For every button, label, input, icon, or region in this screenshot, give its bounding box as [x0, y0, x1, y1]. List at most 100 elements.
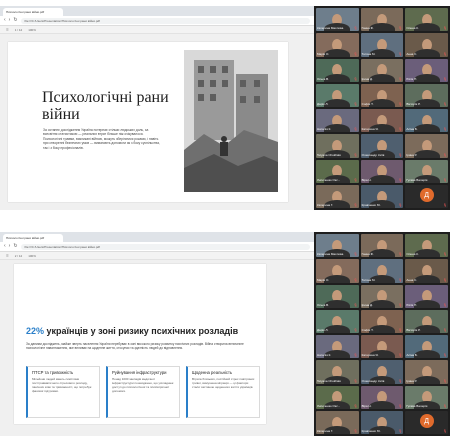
browser-tab[interactable]: Психологічні рани війни.pdf: [3, 8, 63, 16]
participant-tile[interactable]: Наталія К. 🎙: [316, 335, 359, 359]
forward-icon[interactable]: ›: [9, 244, 11, 249]
participant-tile[interactable]: Tetyana Chukhalo 🎙: [316, 360, 359, 384]
participant-tile[interactable]: Вікторія Р. 🎙: [405, 83, 448, 107]
participant-name: Тетяна М.: [361, 51, 376, 56]
card-body: Понад 1000 закладів медичної інфраструкт…: [112, 377, 174, 393]
participant-tile[interactable]: Олександр Іллів 🎙: [360, 360, 404, 384]
participant-name: Анна С.: [406, 51, 418, 56]
participant-name: Юлія П.: [406, 76, 418, 81]
participant-tile[interactable]: Софія Т. 🎙: [360, 83, 404, 107]
slide-title-rest: українців у зоні ризику психічних розлад…: [44, 326, 239, 336]
participant-tile[interactable]: Ірина Р. 🎙: [405, 134, 448, 158]
participant-video-body: [413, 274, 440, 283]
participant-name: Ірина Р.: [406, 378, 417, 383]
participant-name: Аліна Б.: [406, 353, 418, 358]
participant-tile[interactable]: Софія Т. 🎙: [360, 309, 404, 333]
participant-tile[interactable]: Олена К. 🎙: [405, 234, 448, 258]
participant-tile[interactable]: Наталія К. 🎙: [316, 109, 359, 133]
participant-tile[interactable]: Ольга В. 🎙: [316, 284, 359, 308]
pdf-toolbar: ☰ 1 / 12 100%: [0, 26, 314, 34]
participant-tile[interactable]: Віра Н. 🎙: [360, 159, 404, 183]
participant-tile[interactable]: Марія О. 🎙: [316, 259, 359, 283]
participant-name: Катерина Г.: [317, 429, 333, 433]
participant-tile[interactable]: Ганна Ф. 🎙: [360, 234, 404, 258]
mic-muted-icon: 🎙: [443, 127, 447, 132]
card-body: Мільйони людей мають симптоми посттравма…: [32, 377, 92, 393]
participant-name: Марія О.: [317, 51, 330, 56]
reload-icon[interactable]: ↻: [13, 18, 17, 23]
participant-name: Олена К.: [406, 26, 419, 31]
participant-tile[interactable]: Катерина Я. 🎙: [360, 109, 404, 133]
participant-tile[interactable]: Катерина Г. 🎙: [316, 184, 359, 208]
participant-tile[interactable]: Анна С. 🎙: [405, 259, 448, 283]
card-title: Щоденна реальність: [192, 370, 233, 375]
participant-tile[interactable]: Лисиченко Окс... 🎙: [316, 159, 359, 183]
participant-tile[interactable]: Ірина Д. 🎙: [360, 284, 404, 308]
mic-muted-icon: 🎙: [443, 76, 447, 81]
participant-tile[interactable]: Кравченко Ю. 🎙: [360, 410, 404, 434]
info-cards: ПТСР та тривожність Мільйони людей мають…: [26, 366, 260, 418]
browser-window: Психологічні рани війни.pdf ‹ › ↻ file:/…: [0, 232, 314, 436]
browser-tab[interactable]: Психологічні рани війни.pdf: [3, 234, 63, 242]
page-indicator[interactable]: 1 / 12: [15, 28, 23, 32]
participant-avatar: Д: [419, 414, 434, 429]
card-title: ПТСР та тривожність: [32, 370, 74, 375]
participant-tile[interactable]: Гусєва Валерія 🎙: [405, 159, 448, 183]
back-icon[interactable]: ‹: [4, 18, 6, 23]
participant-tile[interactable]: Тетяна М. 🎙: [360, 259, 404, 283]
participant-tile[interactable]: Катерина Маслова 🎙: [316, 234, 359, 258]
participant-tile[interactable]: Марія О. 🎙: [316, 33, 359, 57]
url-field[interactable]: file:///C:/Users/Presentation/Психологіч…: [20, 17, 310, 24]
slide-title: Психологічні рани війни: [42, 89, 169, 123]
participant-tile[interactable]: Ганна Ф. 🎙: [360, 8, 404, 32]
forward-icon[interactable]: ›: [9, 18, 11, 23]
back-icon[interactable]: ‹: [4, 244, 6, 249]
participant-name: Аліна Б.: [406, 127, 418, 132]
participant-tile[interactable]: Дарія Л. 🎙: [316, 83, 359, 107]
participant-tile[interactable]: Віра Н. 🎙: [360, 385, 404, 409]
participant-tile[interactable]: Ірина Р. 🎙: [405, 360, 448, 384]
participant-tile[interactable]: Олена К. 🎙: [405, 8, 448, 32]
zoom-level[interactable]: 100%: [28, 28, 36, 32]
participant-video-body: [413, 299, 440, 308]
participant-tile[interactable]: Юлія П. 🎙: [405, 58, 448, 82]
participant-tile[interactable]: Катерина Я. 🎙: [360, 335, 404, 359]
participant-tile[interactable]: Ольга В. 🎙: [316, 58, 359, 82]
participant-tile[interactable]: Дарія Л. 🎙: [316, 309, 359, 333]
participant-name: Вікторія Р.: [406, 102, 421, 106]
menu-icon[interactable]: ☰: [6, 28, 9, 32]
reload-icon[interactable]: ↻: [13, 244, 17, 249]
pdf-viewer[interactable]: Психологічні рани війни За останнє дослі…: [0, 34, 314, 210]
participant-tile[interactable]: Катерина Маслова 🎙: [316, 8, 359, 32]
pdf-viewer[interactable]: 22% українців у зоні ризику психічних ро…: [0, 260, 314, 436]
participant-tile[interactable]: Д 🎙: [405, 410, 448, 434]
participant-tile[interactable]: Юлія П. 🎙: [405, 284, 448, 308]
participant-tile[interactable]: Кравченко Ю. 🎙: [360, 184, 404, 208]
browser-window: Психологічні рани війни.pdf ‹ › ↻ file:/…: [0, 6, 314, 210]
participant-video-body: [368, 400, 395, 409]
url-field[interactable]: file:///C:/Users/Presentation/Психологіч…: [20, 243, 310, 250]
participant-tile[interactable]: Аліна Б. 🎙: [405, 109, 448, 133]
menu-icon[interactable]: ☰: [6, 254, 9, 258]
mic-muted-icon: 🎙: [443, 252, 447, 257]
participant-tile[interactable]: Tetyana Chukhalo 🎙: [316, 134, 359, 158]
participant-tile[interactable]: Катерина Г. 🎙: [316, 410, 359, 434]
participant-tile[interactable]: Гусєва Валерія 🎙: [405, 385, 448, 409]
mic-muted-icon: 🎙: [398, 177, 403, 182]
participant-tile[interactable]: Д 🎙: [405, 184, 448, 208]
participant-tile[interactable]: Лисиченко Окс... 🎙: [316, 385, 359, 409]
participant-video-body: [413, 375, 440, 384]
participant-tile[interactable]: Олександр Іллів 🎙: [360, 134, 404, 158]
mic-muted-icon: 🎙: [353, 328, 358, 332]
participant-tile[interactable]: Тетяна М. 🎙: [360, 33, 404, 57]
participant-tile[interactable]: Ірина Д. 🎙: [360, 58, 404, 82]
slide: Психологічні рани війни За останнє дослі…: [8, 42, 288, 202]
participant-tile[interactable]: Аліна Б. 🎙: [405, 335, 448, 359]
zoom-level[interactable]: 100%: [28, 254, 36, 258]
participant-name: Гусєва Валерія: [406, 403, 428, 408]
mic-muted-icon: 🎙: [353, 51, 358, 56]
mic-muted-icon: 🎙: [398, 26, 403, 31]
participant-tile[interactable]: Анна С. 🎙: [405, 33, 448, 57]
page-indicator[interactable]: 2 / 12: [15, 254, 23, 258]
participant-tile[interactable]: Вікторія Р. 🎙: [405, 309, 448, 333]
